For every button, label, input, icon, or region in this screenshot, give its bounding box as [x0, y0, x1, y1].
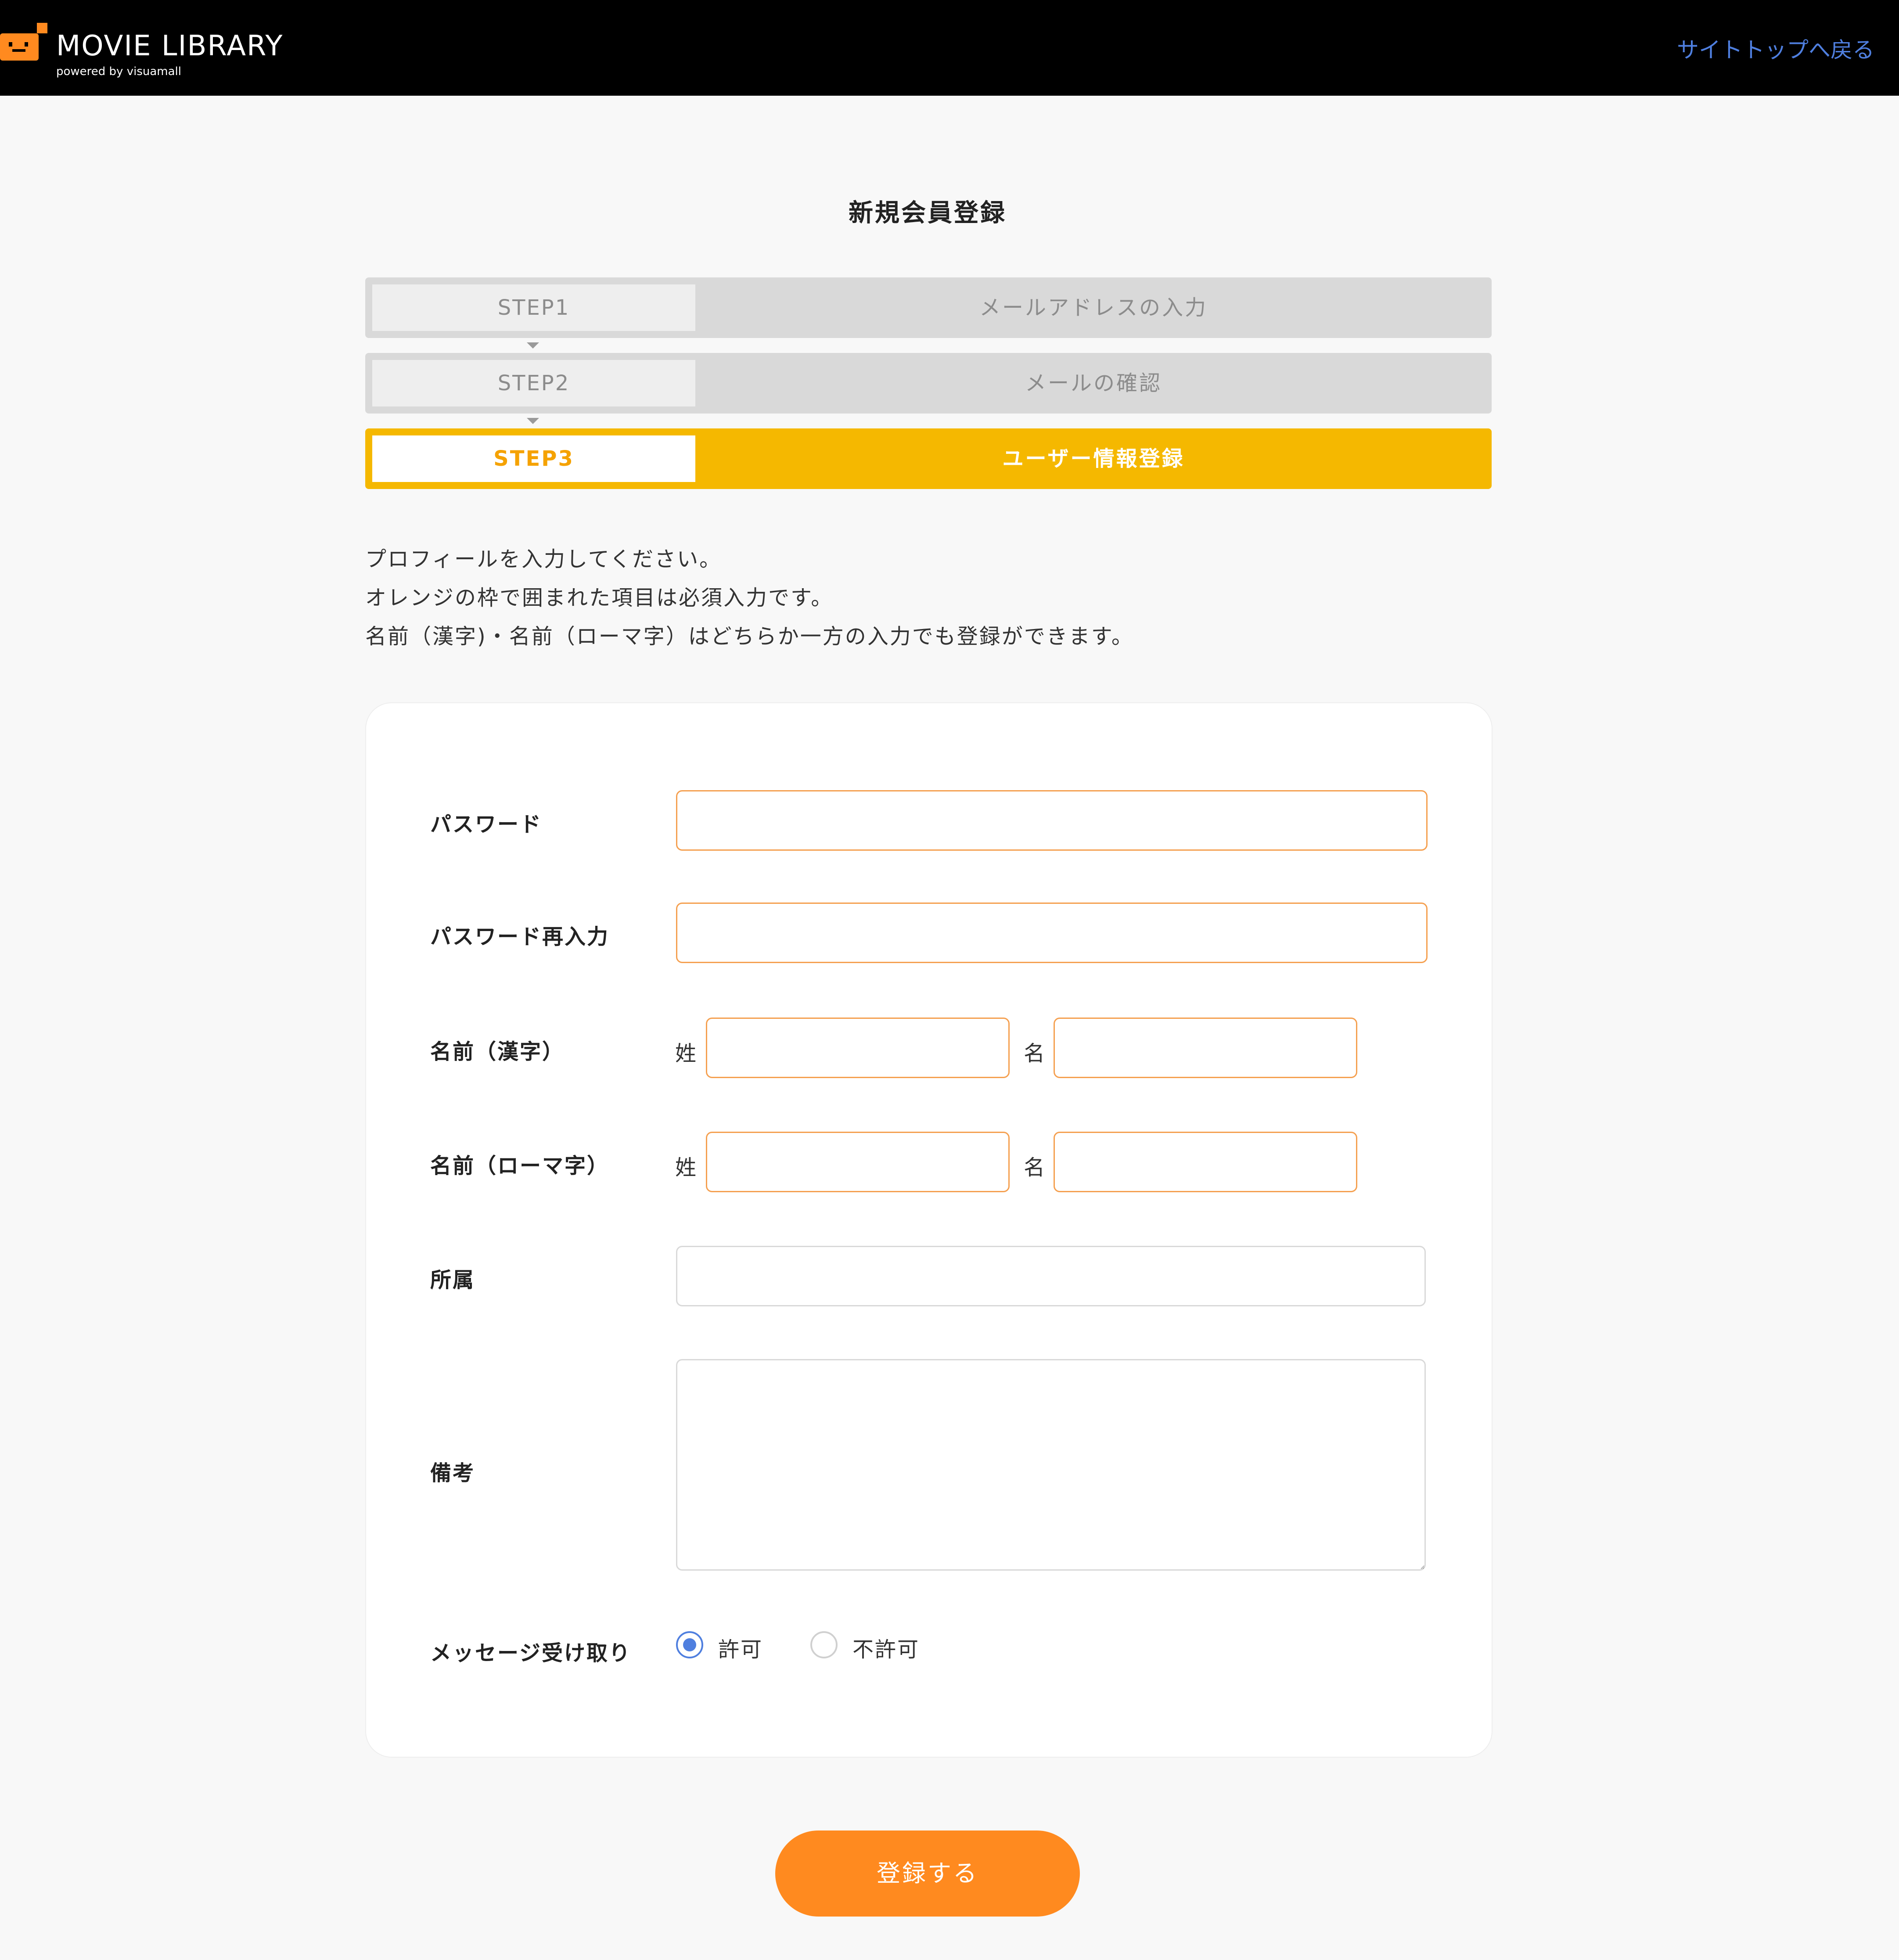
step-2-label: メールの確認 — [1025, 371, 1162, 396]
logo-mark-icon — [0, 23, 47, 61]
affiliation-label: 所属 — [430, 1268, 475, 1292]
step-1-number: STEP1 — [372, 284, 695, 331]
affiliation-input[interactable] — [676, 1246, 1426, 1306]
site-logo[interactable]: MOVIE LIBRARY powered by visuamall — [0, 18, 282, 83]
step-2-number: STEP2 — [372, 360, 695, 406]
password-input[interactable] — [676, 790, 1428, 851]
name-roman-first-input[interactable] — [1054, 1132, 1357, 1192]
messages-deny-label[interactable]: 不許可 — [852, 1632, 920, 1663]
step-arrow-icon — [527, 418, 539, 424]
top-bar: MOVIE LIBRARY powered by visuamall サイトトッ… — [0, 0, 1899, 96]
logo-title: MOVIE LIBRARY — [56, 30, 284, 62]
step-3-number: STEP3 — [372, 435, 695, 482]
name-kanji-last-label: 姓 — [675, 1041, 697, 1066]
messages-deny-radio[interactable] — [810, 1631, 838, 1658]
messages-label: メッセージ受け取り — [430, 1641, 632, 1665]
password-confirm-label: パスワード再入力 — [430, 924, 610, 949]
register-button[interactable]: 登録する — [775, 1831, 1080, 1917]
intro-text: プロフィールを入力してください。 オレンジの枠で囲まれた項目は必須入力です。 名… — [365, 540, 1507, 656]
password-confirm-input[interactable] — [676, 903, 1428, 963]
name-roman-last-input[interactable] — [706, 1132, 1010, 1192]
messages-allow-radio[interactable] — [676, 1631, 703, 1658]
name-roman-last-label: 姓 — [675, 1155, 697, 1180]
name-kanji-first-label: 名 — [1024, 1041, 1045, 1066]
name-roman-label: 名前（ローマ字） — [430, 1154, 610, 1178]
intro-line: 名前（漢字)・名前（ローマ字）はどちらか一方の入力でも登録ができます。 — [365, 624, 1134, 649]
name-kanji-label: 名前（漢字） — [430, 1039, 565, 1064]
registration-form-card — [365, 702, 1493, 1758]
page-title: 新規会員登録 — [849, 199, 1007, 227]
name-kanji-first-input[interactable] — [1054, 1018, 1357, 1078]
notes-textarea[interactable] — [676, 1359, 1426, 1571]
back-to-top-link[interactable]: サイトトップへ戻る — [1677, 32, 1874, 64]
intro-line: オレンジの枠で囲まれた項目は必須入力です。 — [365, 586, 834, 610]
name-roman-first-label: 名 — [1024, 1155, 1045, 1180]
messages-allow-label[interactable]: 許可 — [718, 1632, 763, 1663]
step-1: STEP1 メールアドレスの入力 — [365, 277, 1492, 338]
logo-subtitle: powered by visuamall — [56, 65, 181, 78]
name-kanji-last-input[interactable] — [706, 1018, 1010, 1078]
notes-label: 備考 — [430, 1461, 475, 1485]
intro-line: プロフィールを入力してください。 — [365, 547, 722, 572]
step-1-label: メールアドレスの入力 — [979, 295, 1208, 320]
radio-dot-icon — [683, 1638, 696, 1651]
step-3-label: ユーザー情報登録 — [1002, 446, 1185, 471]
step-3: STEP3 ユーザー情報登録 — [365, 428, 1492, 489]
step-2: STEP2 メールの確認 — [365, 353, 1492, 414]
step-arrow-icon — [527, 342, 539, 349]
password-label: パスワード — [430, 812, 543, 837]
